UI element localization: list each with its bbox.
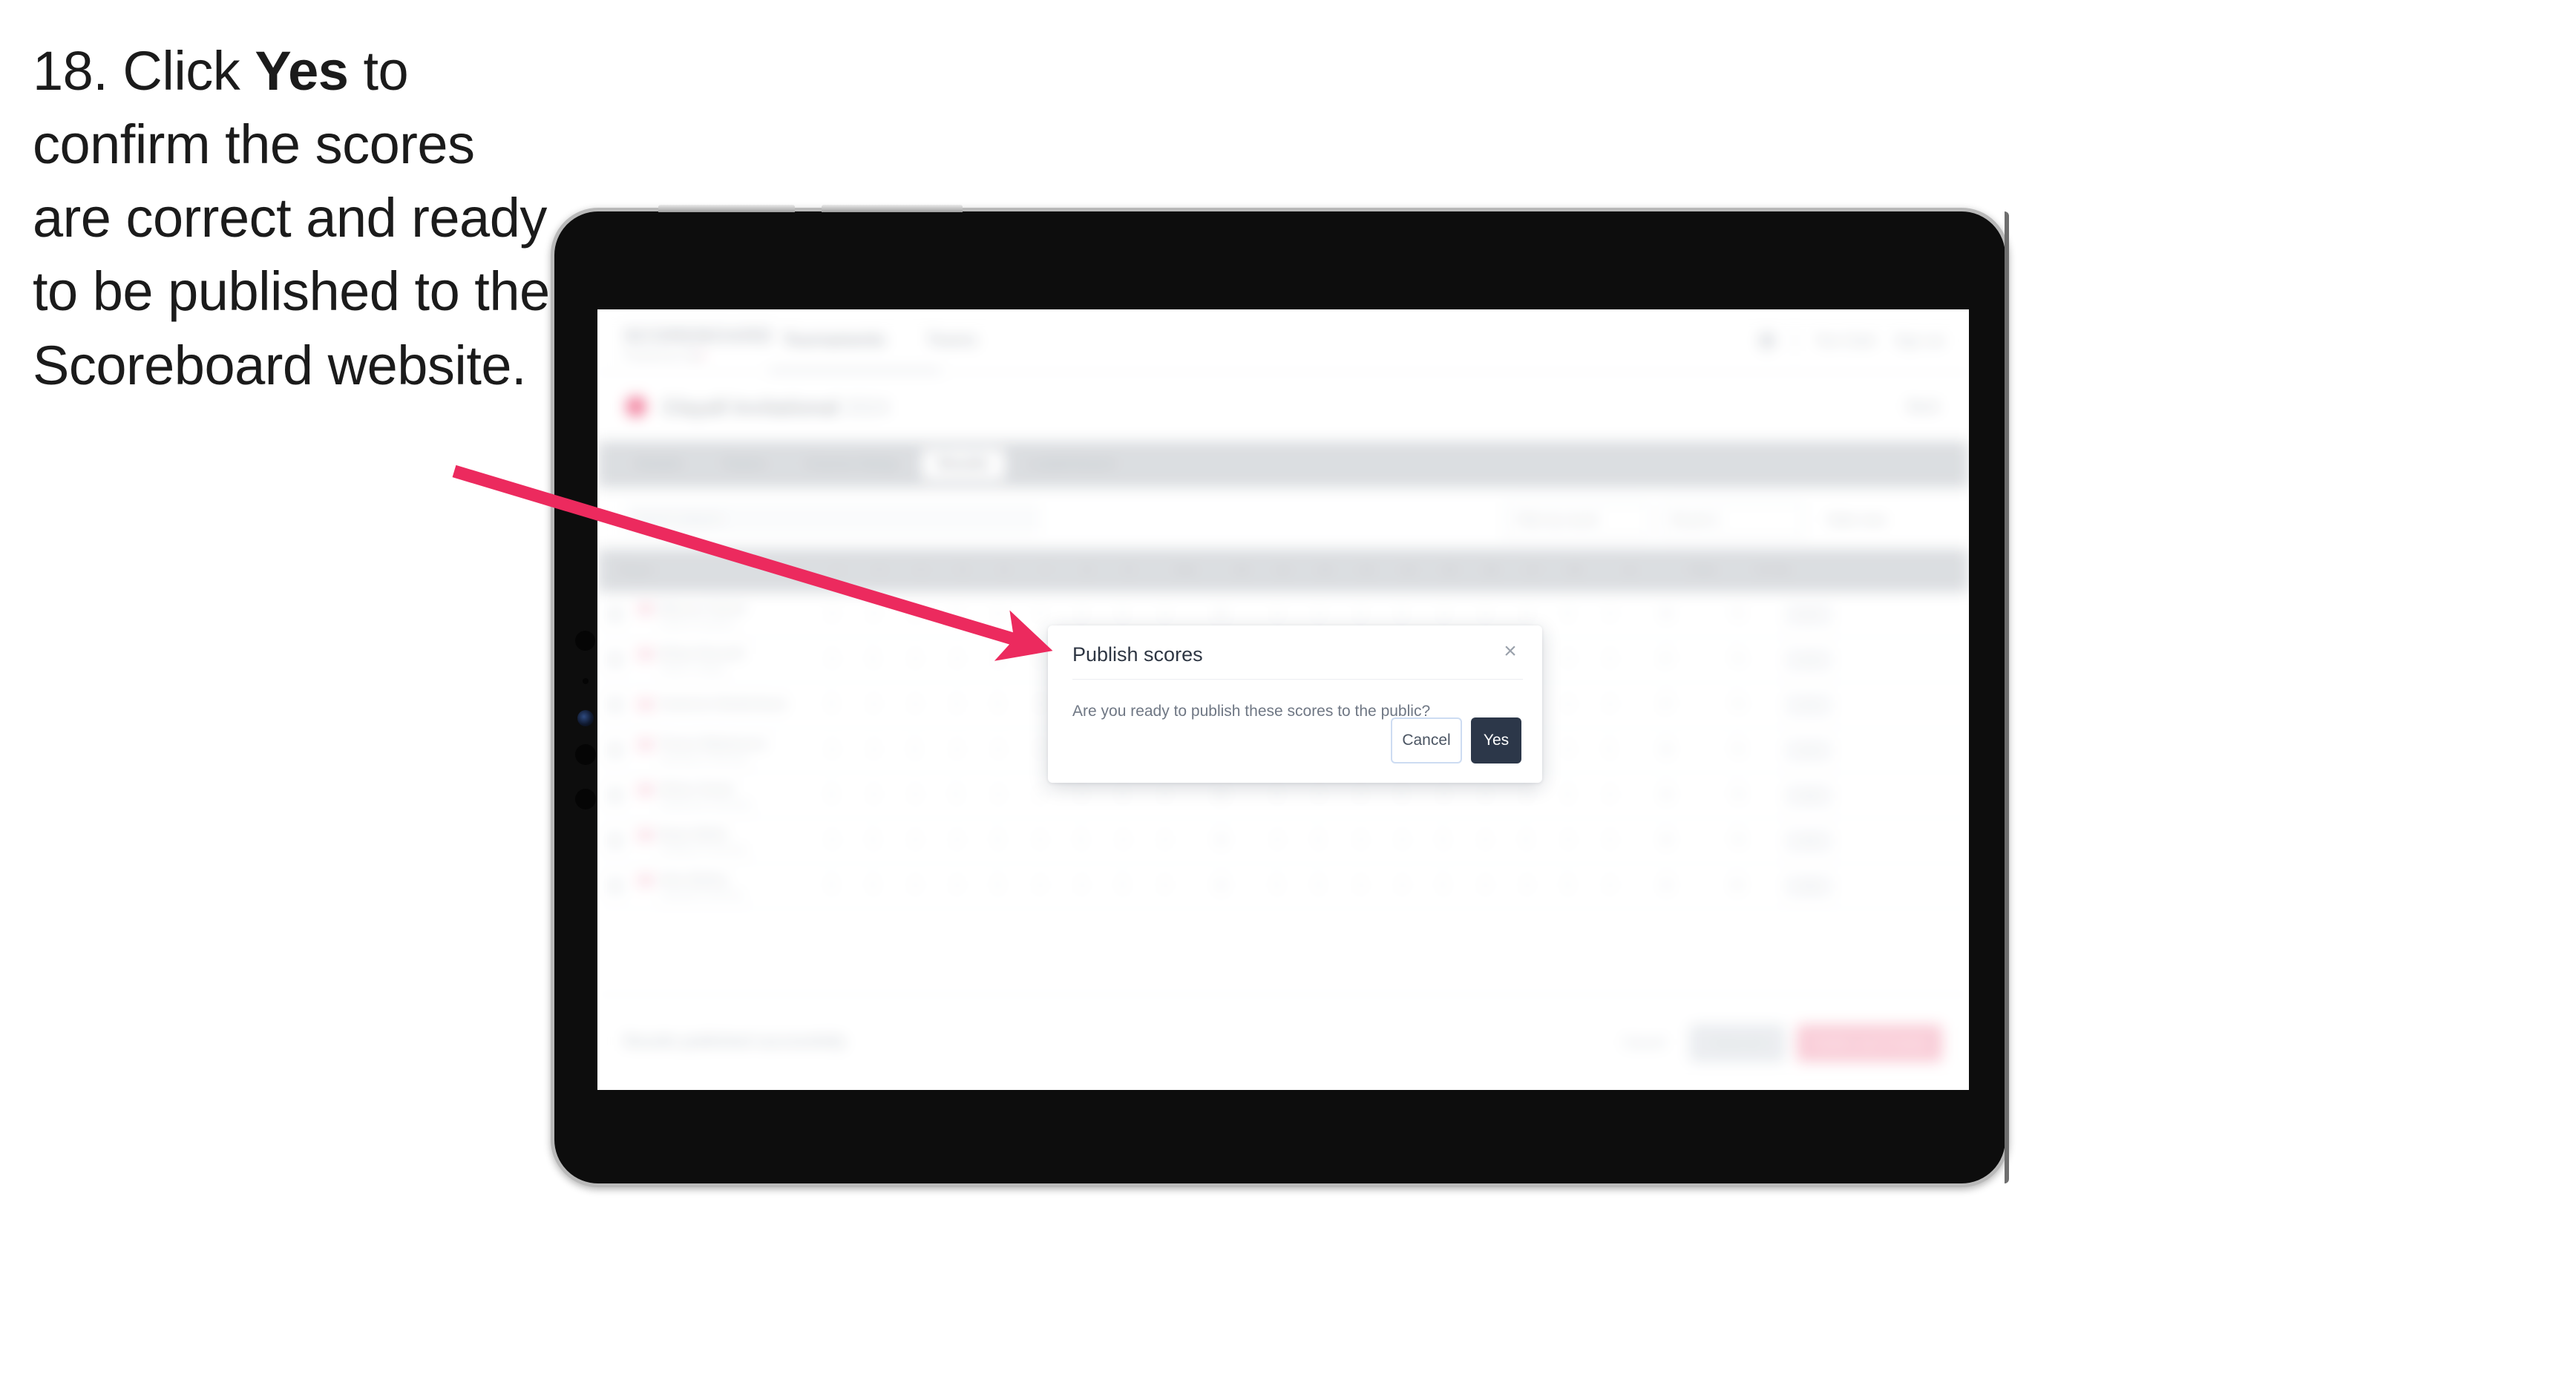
device-ambient-sensor — [575, 789, 596, 809]
dialog-title: Publish scores — [1072, 643, 1203, 666]
device-top-button-1[interactable] — [658, 205, 795, 212]
yes-button[interactable]: Yes — [1471, 717, 1521, 763]
instruction-text-before: Click — [108, 40, 255, 102]
device-sensor-dot — [583, 678, 589, 684]
instruction-step-number: 18. — [33, 40, 108, 102]
device-top-button-2[interactable] — [822, 205, 963, 212]
dialog-body-text: Are you ready to publish these scores to… — [1072, 703, 1431, 720]
tablet-screen: SCOREBOARD Powered by Tag● Tournaments T… — [597, 309, 1969, 1090]
device-mic-hole — [575, 744, 596, 765]
publish-scores-dialog: Publish scores × Are you ready to publis… — [1048, 625, 1542, 783]
dialog-divider — [1072, 679, 1523, 680]
front-camera-icon — [577, 710, 594, 726]
tablet-device: SCOREBOARD Powered by Tag● Tournaments T… — [551, 205, 2009, 1187]
device-speaker-hole — [575, 631, 595, 651]
device-right-edge — [2005, 211, 2009, 1183]
cancel-button[interactable]: Cancel — [1391, 717, 1462, 763]
close-icon[interactable]: × — [1498, 639, 1523, 664]
instruction-text: 18. Click Yes to confirm the scores are … — [33, 34, 567, 402]
instruction-emphasis: Yes — [255, 40, 349, 102]
dialog-actions: Cancel Yes — [1391, 717, 1521, 763]
